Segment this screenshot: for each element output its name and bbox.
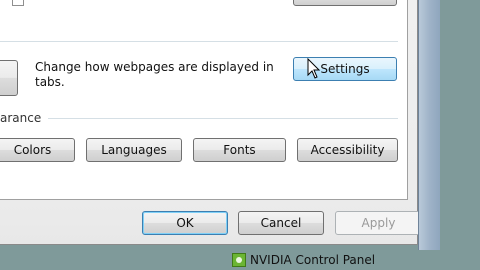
cancel-button[interactable]: Cancel xyxy=(238,211,324,235)
general-tab-panel: Change how webpages are displayed in tab… xyxy=(0,0,408,200)
fonts-button[interactable]: Fonts xyxy=(193,138,286,162)
ok-button[interactable]: OK xyxy=(142,211,228,235)
top-partial-button[interactable] xyxy=(293,0,397,6)
internet-options-dialog: Change how webpages are displayed in tab… xyxy=(0,0,422,245)
nvidia-icon xyxy=(232,253,246,267)
languages-button[interactable]: Languages xyxy=(86,138,182,162)
apply-button[interactable]: Apply xyxy=(335,211,422,235)
colors-button[interactable]: Colors xyxy=(0,138,75,162)
accessibility-button[interactable]: Accessibility xyxy=(297,138,398,162)
window-frame-edge xyxy=(418,0,440,250)
appearance-divider xyxy=(48,118,398,119)
partial-checkbox[interactable] xyxy=(12,0,24,6)
mouse-cursor-icon xyxy=(307,58,321,79)
tabs-icon-button[interactable] xyxy=(0,60,18,96)
tabs-description-line2: tabs. xyxy=(35,75,65,89)
section-divider xyxy=(0,41,398,42)
taskbar-item-label: NVIDIA Control Panel xyxy=(250,253,376,267)
tabs-description-line1: Change how webpages are displayed in xyxy=(35,60,274,74)
taskbar-nvidia-item[interactable]: NVIDIA Control Panel xyxy=(232,250,480,270)
appearance-group-label: arance xyxy=(0,111,48,126)
